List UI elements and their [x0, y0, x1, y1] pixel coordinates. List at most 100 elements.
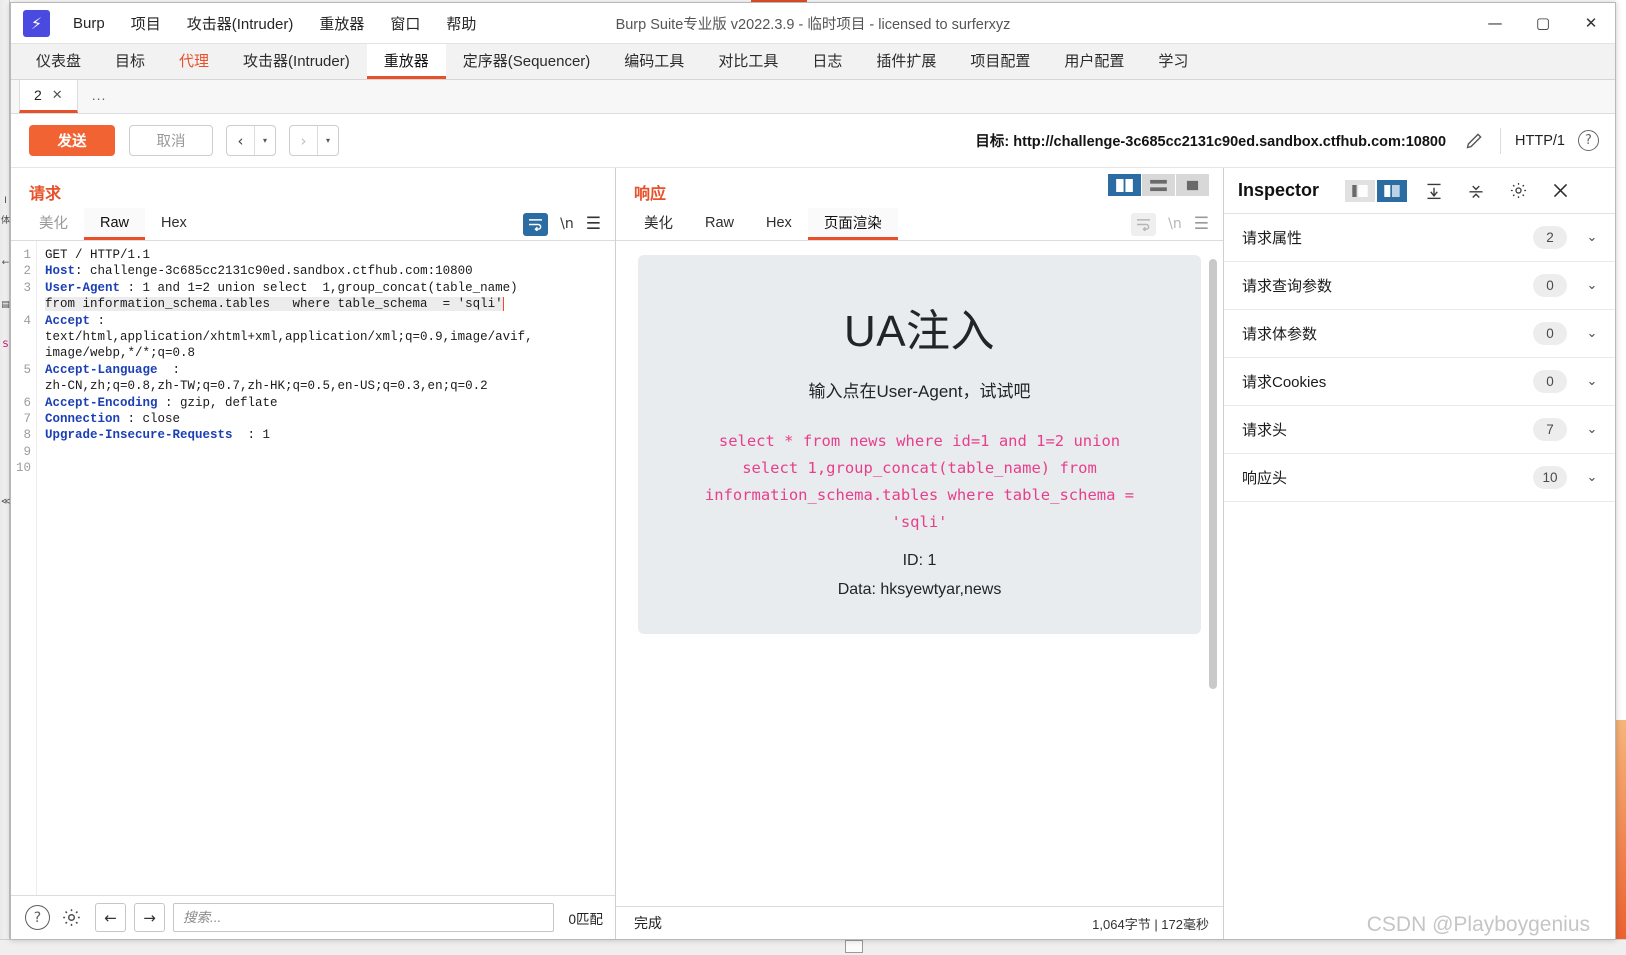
- tab-intruder[interactable]: 攻击器(Intruder): [226, 44, 367, 79]
- collapse-all-icon[interactable]: [1461, 178, 1491, 204]
- menu-item-repeater[interactable]: 重放器: [306, 8, 377, 39]
- page-id-line: ID: 1: [902, 552, 937, 569]
- minimize-button[interactable]: —: [1471, 3, 1519, 44]
- back-icon[interactable]: ‹: [227, 126, 254, 155]
- stacked-rows-icon[interactable]: [1142, 174, 1175, 196]
- request-line[interactable]: User-Agent : 1 and 1=2 union select 1,gr…: [45, 280, 615, 296]
- chevron-down-icon[interactable]: ⌄: [1583, 470, 1601, 485]
- inspector-row-request-attributes[interactable]: 请求属性 2 ⌄: [1224, 214, 1615, 262]
- repeater-tab-2[interactable]: 2 ✕: [19, 80, 78, 113]
- pencil-icon[interactable]: [1462, 129, 1486, 153]
- forward-icon[interactable]: ›: [290, 126, 317, 155]
- tab-project-options[interactable]: 项目配置: [953, 44, 1047, 79]
- request-line[interactable]: image/webp,*/*;q=0.8: [45, 345, 615, 361]
- menu-item-window[interactable]: 窗口: [377, 8, 433, 39]
- request-line[interactable]: Connection : close: [45, 411, 615, 427]
- request-line[interactable]: zh-CN,zh;q=0.8,zh-TW;q=0.7,zh-HK;q=0.5,e…: [45, 378, 615, 394]
- inspector-row-request-headers[interactable]: 请求头 7 ⌄: [1224, 406, 1615, 454]
- tab-extender[interactable]: 插件扩展: [859, 44, 953, 79]
- go-back-split-button[interactable]: ‹ ▾: [226, 125, 276, 156]
- chevron-down-icon[interactable]: ⌄: [1583, 374, 1601, 389]
- send-button[interactable]: 发送: [29, 125, 115, 156]
- close-icon[interactable]: ✕: [52, 87, 63, 103]
- response-menu-icon[interactable]: ☰: [1194, 214, 1209, 234]
- request-line[interactable]: [45, 444, 615, 460]
- response-tab-hex[interactable]: Hex: [750, 208, 808, 240]
- background-icon-back: ←: [1, 258, 10, 268]
- newline-toggle-response[interactable]: \n: [1168, 216, 1182, 232]
- pane-left-icon[interactable]: [1345, 179, 1376, 202]
- search-next-button[interactable]: →: [134, 903, 165, 932]
- inspector-row-response-headers[interactable]: 响应头 10 ⌄: [1224, 454, 1615, 502]
- word-wrap-icon-response[interactable]: [1131, 212, 1157, 236]
- menu-item-intruder[interactable]: 攻击器(Intruder): [174, 8, 307, 39]
- tab-dashboard[interactable]: 仪表盘: [19, 44, 98, 79]
- menu-item-project[interactable]: 项目: [118, 8, 174, 39]
- tab-sequencer[interactable]: 定序器(Sequencer): [446, 44, 608, 79]
- chevron-down-icon[interactable]: ⌄: [1583, 326, 1601, 341]
- repeater-tab-more[interactable]: ...: [78, 80, 121, 113]
- request-line[interactable]: Accept :: [45, 313, 615, 329]
- request-line[interactable]: GET / HTTP/1.1: [45, 247, 615, 263]
- request-line[interactable]: Host: challenge-3c685cc2131c90ed.sandbox…: [45, 263, 615, 279]
- request-editor[interactable]: 1 2 3 4 5 6 7 8 9 10 GET / HTTP/1.1 Host: challeng…: [11, 241, 615, 895]
- chevron-down-icon[interactable]: ⌄: [1583, 230, 1601, 245]
- single-pane-icon[interactable]: [1176, 174, 1209, 196]
- tab-learn[interactable]: 学习: [1141, 44, 1205, 79]
- cancel-button[interactable]: 取消: [129, 125, 213, 156]
- request-line[interactable]: Accept-Language :: [45, 362, 615, 378]
- chevron-down-icon[interactable]: ⌄: [1583, 422, 1601, 437]
- http-version-label[interactable]: HTTP/1: [1500, 127, 1565, 154]
- request-line[interactable]: Accept-Encoding : gzip, deflate: [45, 395, 615, 411]
- tab-proxy[interactable]: 代理: [162, 44, 226, 79]
- request-line[interactable]: Upgrade-Insecure-Requests : 1: [45, 427, 615, 443]
- request-line[interactable]: text/html,application/xhtml+xml,applicat…: [45, 329, 615, 345]
- request-tab-pretty[interactable]: 美化: [23, 208, 84, 240]
- newline-toggle[interactable]: \n: [560, 216, 574, 232]
- go-forward-split-button[interactable]: › ▾: [289, 125, 339, 156]
- inspector-row-body-parameters[interactable]: 请求体参数 0 ⌄: [1224, 310, 1615, 358]
- maximize-button[interactable]: ▢: [1519, 3, 1567, 44]
- response-tab-pretty[interactable]: 美化: [628, 208, 689, 240]
- menu-item-help[interactable]: 帮助: [433, 8, 489, 39]
- repeater-tab-label: 2: [34, 87, 42, 103]
- request-line[interactable]: from information_schema.tables where tab…: [45, 296, 615, 312]
- request-line[interactable]: [45, 460, 615, 476]
- tab-comparer[interactable]: 对比工具: [701, 44, 795, 79]
- search-prev-button[interactable]: ←: [95, 903, 126, 932]
- close-button[interactable]: ✕: [1567, 3, 1615, 44]
- request-menu-icon[interactable]: ☰: [586, 214, 601, 234]
- request-tab-hex[interactable]: Hex: [145, 208, 203, 240]
- response-tab-raw[interactable]: Raw: [689, 208, 750, 240]
- search-input[interactable]: [173, 903, 555, 932]
- request-tab-raw[interactable]: Raw: [84, 208, 146, 240]
- gear-icon[interactable]: [59, 905, 84, 930]
- tab-target[interactable]: 目标: [98, 44, 162, 79]
- tab-decoder[interactable]: 编码工具: [607, 44, 701, 79]
- tab-logger[interactable]: 日志: [795, 44, 859, 79]
- request-text: image/webp,*/*;q=0.8: [45, 346, 196, 361]
- pane-right-icon[interactable]: [1377, 179, 1408, 202]
- expand-all-icon[interactable]: [1419, 178, 1449, 204]
- help-icon[interactable]: ?: [1578, 130, 1599, 151]
- inspector-row-label: 请求体参数: [1242, 326, 1318, 343]
- chevron-down-icon[interactable]: ⌄: [1583, 278, 1601, 293]
- burp-suite-window: ⚡ Burp 项目 攻击器(Intruder) 重放器 窗口 帮助 Burp S…: [10, 2, 1616, 940]
- inspector-row-query-parameters[interactable]: 请求查询参数 0 ⌄: [1224, 262, 1615, 310]
- request-code[interactable]: GET / HTTP/1.1 Host: challenge-3c685cc213…: [37, 241, 615, 895]
- close-icon[interactable]: [1545, 178, 1575, 204]
- response-tab-render[interactable]: 页面渲染: [807, 208, 898, 240]
- inspector-row-count: 2: [1533, 226, 1567, 249]
- help-icon-search[interactable]: ?: [25, 905, 50, 930]
- chevron-down-icon[interactable]: ▾: [254, 126, 275, 155]
- tab-repeater[interactable]: 重放器: [366, 44, 446, 79]
- menu-item-burp[interactable]: Burp: [60, 10, 118, 37]
- request-tab-bar: 美化 Raw Hex \n ☰: [11, 208, 615, 241]
- inspector-row-request-cookies[interactable]: 请求Cookies 0 ⌄: [1224, 358, 1615, 406]
- tab-user-options[interactable]: 用户配置: [1047, 44, 1141, 79]
- chevron-down-icon-2[interactable]: ▾: [317, 126, 338, 155]
- word-wrap-icon[interactable]: [523, 212, 549, 236]
- split-vertical-icon[interactable]: [1108, 174, 1141, 196]
- render-scrollbar[interactable]: [1209, 259, 1217, 689]
- gear-icon[interactable]: [1503, 178, 1533, 204]
